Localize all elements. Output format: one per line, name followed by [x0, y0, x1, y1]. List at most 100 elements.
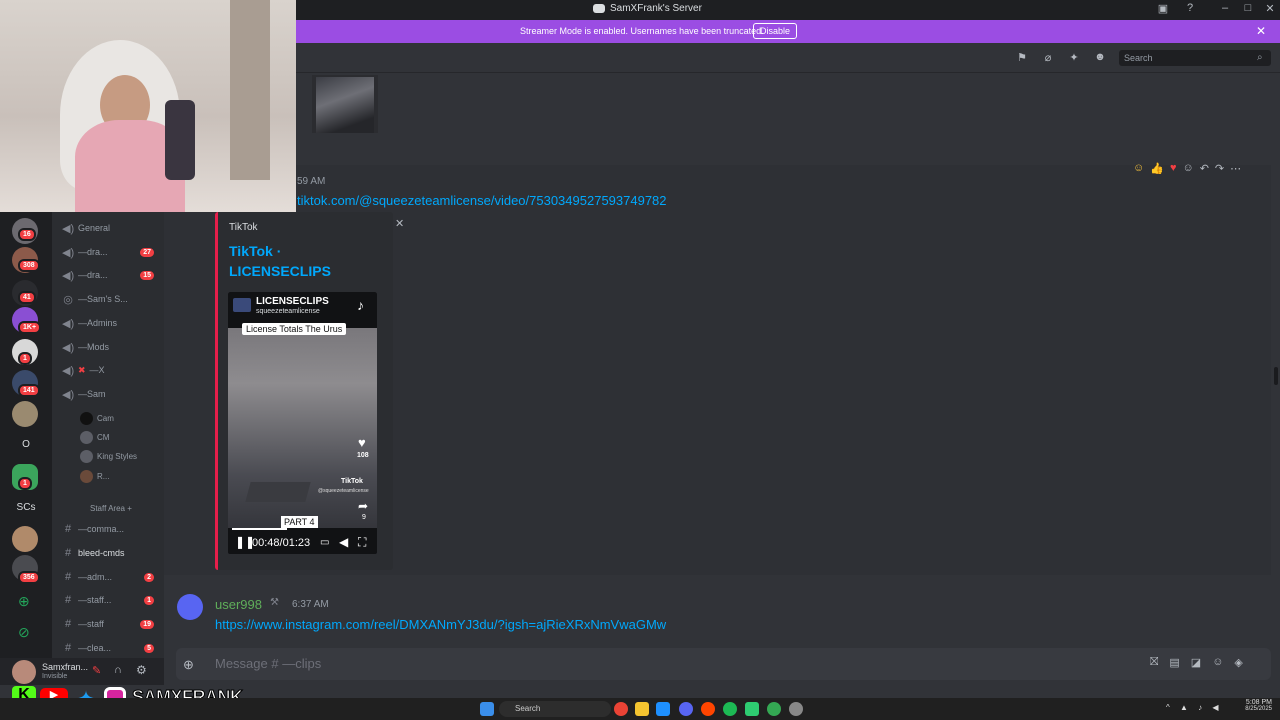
app-icon[interactable]	[701, 702, 715, 716]
chrome-icon[interactable]	[614, 702, 628, 716]
file-explorer-icon[interactable]	[635, 702, 649, 716]
channel-badge: 5	[144, 643, 154, 653]
text-channel[interactable]: # —staff 19	[62, 615, 162, 633]
voice-user-name: R...	[97, 472, 110, 481]
members-icon[interactable]: ☻	[1093, 51, 1107, 65]
voice-user[interactable]: King Styles	[80, 450, 137, 463]
voice-channel[interactable]: ◀) —Sam	[62, 385, 162, 403]
app-icon[interactable]	[767, 702, 781, 716]
spotify-icon[interactable]	[723, 702, 737, 716]
emoji-icon[interactable]: ☺	[1212, 656, 1223, 669]
activities-icon[interactable]: ◈	[1234, 656, 1242, 669]
category-header[interactable]: Staff Area +	[90, 504, 132, 513]
message-input[interactable]: Message # —clips	[215, 656, 321, 671]
taskbar-clock[interactable]: 5:08 PM 8/25/2025	[1242, 699, 1272, 712]
add-server-icon[interactable]: ⊕	[18, 593, 30, 610]
text-channel[interactable]: # —staff... 1	[62, 591, 162, 609]
forward-icon[interactable]: ↷	[1215, 162, 1224, 175]
channel-label: —Sam	[78, 389, 106, 399]
settings-icon[interactable]: ⚙	[136, 663, 147, 677]
more-icon[interactable]: ⋯	[1230, 162, 1241, 175]
video-part-label: PART 4	[281, 516, 318, 528]
sticker-icon[interactable]: ◪	[1191, 656, 1201, 669]
speaker-icon: ◀)	[62, 317, 75, 330]
maximize-icon[interactable]: □	[1236, 2, 1260, 18]
store-icon[interactable]	[656, 702, 670, 716]
add-reaction-icon[interactable]: ☺	[1182, 162, 1193, 175]
speaker-icon: ◀)	[62, 246, 75, 259]
voice-channel[interactable]: ◀) ✖ —X	[62, 361, 162, 379]
attach-icon[interactable]: ⊕	[183, 657, 194, 673]
voice-channel[interactable]: ◀) —Mods	[62, 338, 162, 356]
voice-user[interactable]: CM	[80, 431, 109, 444]
user-avatar[interactable]	[177, 594, 203, 620]
help-icon[interactable]: ?	[1178, 2, 1202, 18]
banner-close-icon[interactable]: ✕	[1256, 24, 1266, 38]
search-input[interactable]: Search	[1119, 50, 1271, 66]
text-channel[interactable]: # —clea... 5	[62, 639, 162, 657]
server-text-icon[interactable]: SCs	[0, 502, 52, 513]
message-timestamp: 6:37 AM	[292, 599, 329, 610]
captions-icon[interactable]: ▭	[320, 537, 329, 548]
reply-icon[interactable]: ↶	[1200, 162, 1209, 175]
embed-title-line2[interactable]: LICENSECLIPS	[229, 263, 331, 279]
server-icon[interactable]	[12, 526, 38, 552]
volume-icon[interactable]: ◀	[339, 535, 348, 549]
reaction-heart-icon[interactable]: ♥	[1170, 162, 1177, 175]
stage-channel[interactable]: ◎ —Sam's S...	[62, 290, 162, 308]
previous-image	[312, 75, 378, 133]
chat-input-actions: ⛝ ▤ ◪ ☺ ◈	[1150, 656, 1243, 669]
fullscreen-icon[interactable]: ⛶	[358, 535, 366, 550]
avatar	[80, 412, 93, 425]
voice-user[interactable]: R...	[80, 470, 109, 483]
explore-icon[interactable]: ⊘	[18, 624, 30, 641]
user-panel: Samxfran... Invisible ✎ ∩ ⚙	[0, 658, 164, 685]
reaction-grin-icon[interactable]: ☺	[1133, 162, 1144, 175]
voice-user[interactable]: Cam	[80, 412, 114, 425]
voice-channel[interactable]: ◀) —dra... 15	[62, 266, 162, 284]
disable-button[interactable]: Disable	[753, 23, 798, 39]
taskbar-search[interactable]: Search	[499, 701, 611, 717]
discord-taskbar-icon[interactable]	[679, 702, 693, 716]
minimize-icon[interactable]: –	[1213, 2, 1237, 18]
remove-embed-icon[interactable]: ✕	[395, 217, 404, 230]
close-icon[interactable]: ✕	[1258, 2, 1280, 18]
server-text-icon[interactable]: O	[0, 439, 52, 450]
gift-icon[interactable]: ⛝	[1150, 656, 1158, 669]
headphones-icon[interactable]: ∩	[114, 664, 122, 676]
text-channel[interactable]: # —comma...	[62, 520, 162, 538]
reaction-thumbsup-icon[interactable]: 👍	[1150, 162, 1164, 175]
video-progress[interactable]	[232, 528, 287, 530]
user-avatar[interactable]	[12, 660, 36, 684]
system-tray[interactable]: ^ ▲ ♪ ◀	[1166, 703, 1223, 712]
app-icon[interactable]	[745, 702, 759, 716]
message-author[interactable]: user998	[215, 597, 262, 612]
embed-title-line1[interactable]: TikTok ·	[229, 243, 281, 259]
voice-channel[interactable]: ◀) General	[62, 219, 162, 237]
embed-video[interactable]: LICENSECLIPS squeezeteamlicense ♪ Licens…	[228, 292, 377, 554]
pin-icon[interactable]: ✦	[1067, 51, 1081, 65]
search-icon: ⌕	[1257, 52, 1263, 63]
share-count: 9	[362, 514, 366, 521]
mute-icon[interactable]: ✎	[92, 664, 101, 677]
speaker-icon: ◀)	[62, 341, 75, 354]
add-channel-icon[interactable]: +	[127, 504, 132, 513]
threads-icon[interactable]: ⚑	[1015, 51, 1029, 65]
message-link[interactable]: tiktok.com/@squeezeteamlicense/video/753…	[297, 193, 667, 208]
gif-icon[interactable]: ▤	[1169, 656, 1179, 669]
channel-label: —comma...	[78, 524, 125, 534]
chat-scrollbar[interactable]	[1274, 367, 1278, 385]
notification-bell-icon[interactable]: ⌀	[1041, 51, 1055, 65]
text-channel[interactable]: # bleed-cmds	[62, 544, 162, 562]
message-link[interactable]: https://www.instagram.com/reel/DMXANmYJ3…	[215, 617, 666, 632]
voice-channel[interactable]: ◀) —dra... 27	[62, 243, 162, 261]
windows-start-icon[interactable]	[480, 702, 494, 716]
server-icon[interactable]	[12, 401, 38, 427]
taskbar: Search ^ ▲ ♪ ◀ 5:08 PM 8/25/2025	[0, 698, 1280, 720]
chat-input-bar	[176, 648, 1271, 680]
text-channel[interactable]: # —adm... 2	[62, 568, 162, 586]
settings-taskbar-icon[interactable]	[789, 702, 803, 716]
speaker-icon: ◀)	[62, 222, 75, 235]
voice-channel[interactable]: ◀) —Admins	[62, 314, 162, 332]
inbox-icon[interactable]: ▣	[1151, 2, 1175, 18]
